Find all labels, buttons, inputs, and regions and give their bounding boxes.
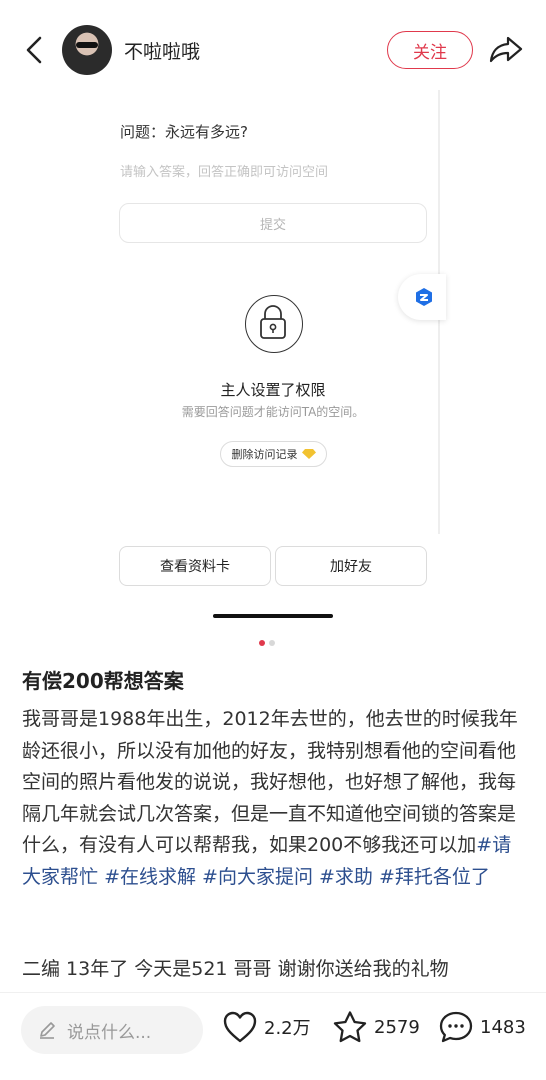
delete-history-label: 删除访问记录	[231, 448, 298, 461]
home-indicator	[213, 614, 333, 618]
post-body: 我哥哥是1988年出生，2012年去世的，他去世的时候我年龄还很小，所以没有加他…	[22, 704, 528, 893]
permission-subtitle: 需要回答问题才能访问TA的空间。	[181, 405, 365, 419]
post-title: 有偿200帮想答案	[22, 669, 184, 693]
lock-icon	[260, 305, 287, 340]
share-icon[interactable]	[488, 34, 524, 64]
diamond-icon	[301, 449, 316, 459]
view-profile-card-button: 查看资料卡	[119, 546, 271, 586]
top-nav-bar: 不啦啦哦 关注	[0, 0, 546, 100]
comment-button[interactable]: 1483	[438, 1010, 526, 1044]
avatar[interactable]	[62, 25, 112, 75]
app-badge-icon	[416, 288, 432, 306]
permission-title: 主人设置了权限	[220, 381, 326, 399]
comment-count: 1483	[480, 1016, 526, 1038]
favorite-button[interactable]: 2579	[332, 1010, 420, 1044]
comment-placeholder: 说点什么...	[67, 1022, 152, 1043]
image-pager	[259, 640, 275, 646]
post-edit-note: 二编 13年了 今天是521 哥哥 谢谢你送给我的礼物	[22, 958, 449, 980]
hashtag[interactable]: #向大家提问	[202, 866, 313, 888]
heart-icon	[223, 1011, 257, 1043]
answer-input: 请输入答案，回答正确即可访问空间	[120, 165, 329, 180]
username[interactable]: 不啦啦哦	[124, 37, 200, 64]
space-question: 问题：永远有多远?	[120, 123, 248, 141]
like-button[interactable]: 2.2万	[222, 1010, 311, 1044]
lock-badge	[245, 295, 303, 353]
comment-input[interactable]: 说点什么...	[21, 1006, 203, 1054]
pager-dot	[269, 640, 275, 646]
delete-history-button: 删除访问记录	[220, 441, 327, 467]
submit-button: 提交	[119, 203, 427, 243]
pager-dot-active	[259, 640, 265, 646]
back-arrow-icon[interactable]	[20, 32, 48, 68]
hashtag[interactable]: #求助	[319, 866, 373, 888]
app-badge[interactable]	[398, 274, 446, 320]
comment-bubble-icon	[439, 1011, 473, 1043]
hashtag[interactable]: #拜托各位了	[379, 866, 490, 888]
post-body-text: 我哥哥是1988年出生，2012年去世的，他去世的时候我年龄还很小，所以没有加他…	[22, 708, 518, 856]
add-friend-button: 加好友	[275, 546, 427, 586]
hashtag[interactable]: #在线求解	[104, 866, 196, 888]
star-icon	[333, 1011, 367, 1043]
pencil-icon	[40, 1022, 55, 1039]
follow-button[interactable]: 关注	[387, 31, 473, 69]
like-count: 2.2万	[264, 1018, 311, 1039]
favorite-count: 2579	[374, 1016, 420, 1038]
